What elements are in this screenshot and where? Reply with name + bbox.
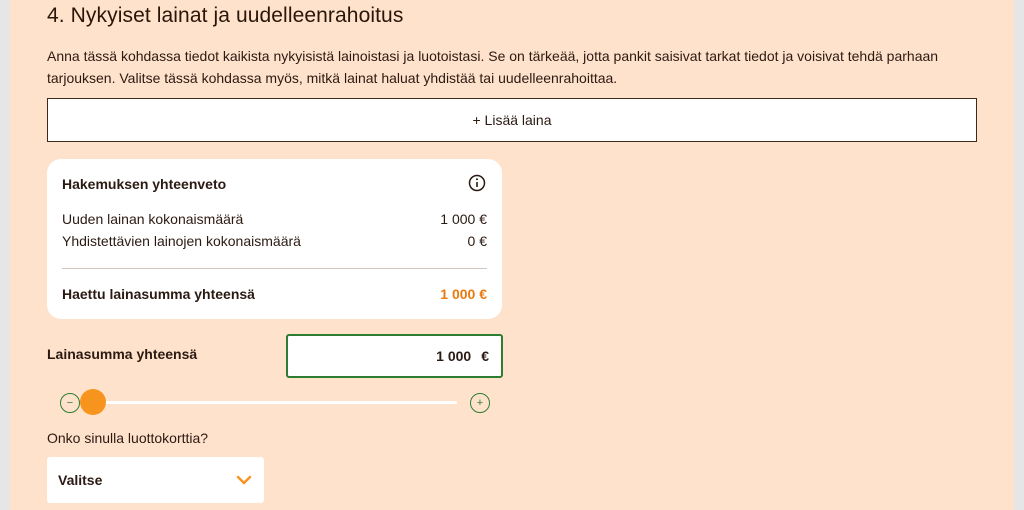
loan-amount-value: 1 000 — [436, 348, 472, 364]
summary-total-label: Haettu lainasumma yhteensä — [62, 286, 255, 302]
summary-total-value: 1 000 € — [440, 286, 487, 302]
add-loan-button[interactable]: + Lisää laina — [47, 98, 977, 142]
summary-divider — [62, 268, 487, 269]
currency-unit: € — [481, 348, 489, 364]
application-summary-card: Hakemuksen yhteenveto Uuden lainan kokon… — [47, 159, 502, 319]
loan-amount-slider-track[interactable] — [85, 401, 457, 404]
credit-card-select[interactable]: Valitse — [47, 457, 264, 503]
info-icon[interactable] — [468, 174, 486, 192]
section-description: Anna tässä kohdassa tiedot kaikista nyky… — [47, 48, 939, 86]
summary-row-value: 0 € — [467, 233, 487, 249]
select-value: Valitse — [58, 472, 103, 488]
summary-total-row: Haettu lainasumma yhteensä 1 000 € — [62, 286, 487, 302]
summary-row-combined-loans: Yhdistettävien lainojen kokonaismäärä 0 … — [62, 233, 487, 249]
plus-icon[interactable]: + — [470, 393, 490, 413]
summary-row-label: Uuden lainan kokonaismäärä — [62, 211, 244, 227]
minus-icon[interactable]: − — [60, 393, 80, 413]
section-title: 4. Nykyiset lainat ja uudelleenrahoitus — [47, 4, 404, 27]
loan-amount-label: Lainasumma yhteensä — [47, 346, 198, 362]
chevron-down-icon — [236, 475, 252, 485]
summary-row-new-loan: Uuden lainan kokonaismäärä 1 000 € — [62, 211, 487, 227]
credit-card-question: Onko sinulla luottokorttia? — [47, 430, 209, 446]
summary-row-value: 1 000 € — [440, 211, 487, 227]
summary-row-label: Yhdistettävien lainojen kokonaismäärä — [62, 233, 301, 249]
summary-heading: Hakemuksen yhteenveto — [62, 176, 227, 192]
loan-amount-input[interactable]: 1 000 € — [286, 334, 503, 378]
form-panel: 4. Nykyiset lainat ja uudelleenrahoitus … — [10, 0, 1014, 510]
slider-thumb[interactable] — [80, 389, 106, 415]
